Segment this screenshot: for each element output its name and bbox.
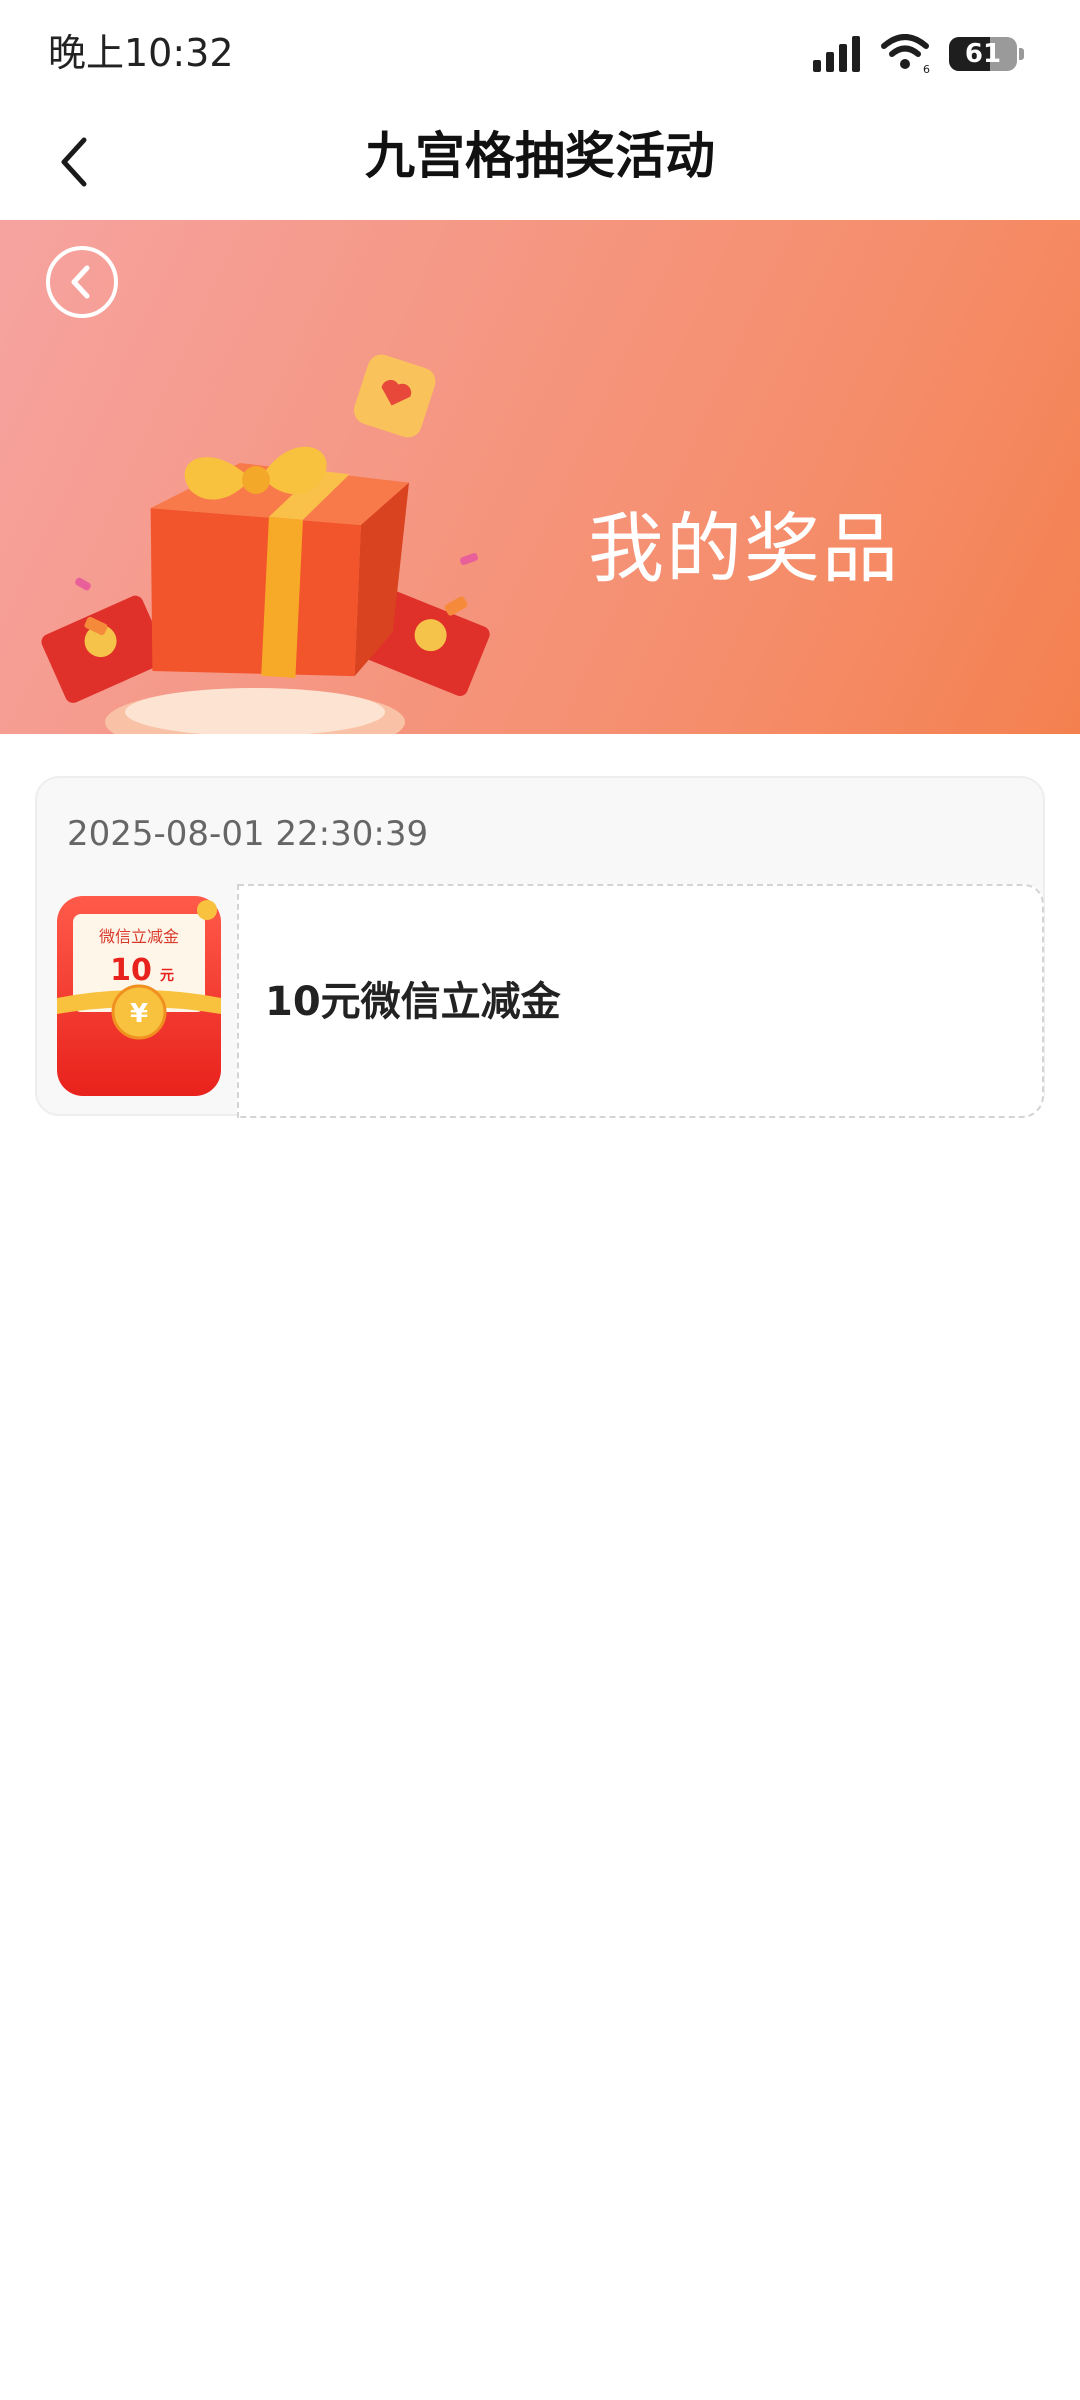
battery-level: 61 [964, 39, 1002, 69]
status-bar: 晚上10:32 6 61 [0, 0, 1080, 104]
svg-text:¥: ¥ [130, 999, 148, 1029]
nav-bar: 九宫格抽奖活动 [0, 104, 1080, 220]
wifi-icon: 6 [881, 34, 930, 74]
prize-timestamp: 2025-08-01 22:30:39 [67, 814, 429, 854]
prize-name: 10元微信立减金 [265, 979, 561, 1025]
gift-box-illustration [41, 354, 490, 734]
battery-icon: 61 [949, 37, 1017, 71]
status-time: 晚上10:32 [48, 31, 234, 75]
banner-title: 我的奖品 [588, 504, 900, 593]
prize-info: 10元微信立减金 [237, 884, 1044, 1118]
prize-image-unit: 元 [160, 968, 174, 984]
signal-icon [813, 36, 860, 72]
prize-image-amount: 10 [110, 953, 152, 988]
status-icons: 6 61 [813, 34, 1024, 74]
red-envelope-prize-image: 微信立减金 10 元 ¥ [57, 896, 221, 1096]
svg-text:6: 6 [923, 63, 930, 74]
prize-image-label: 微信立减金 [99, 927, 179, 946]
banner-back-button[interactable] [44, 244, 120, 320]
prize-card[interactable]: 2025-08-01 22:30:39 微信立减金 10 元 ¥ 10元微信立减… [35, 776, 1045, 1118]
page-title: 九宫格抽奖活动 [365, 127, 715, 185]
battery-cap [1019, 48, 1024, 60]
back-button[interactable] [40, 126, 112, 198]
prize-banner: 我的奖品 [0, 220, 1080, 734]
